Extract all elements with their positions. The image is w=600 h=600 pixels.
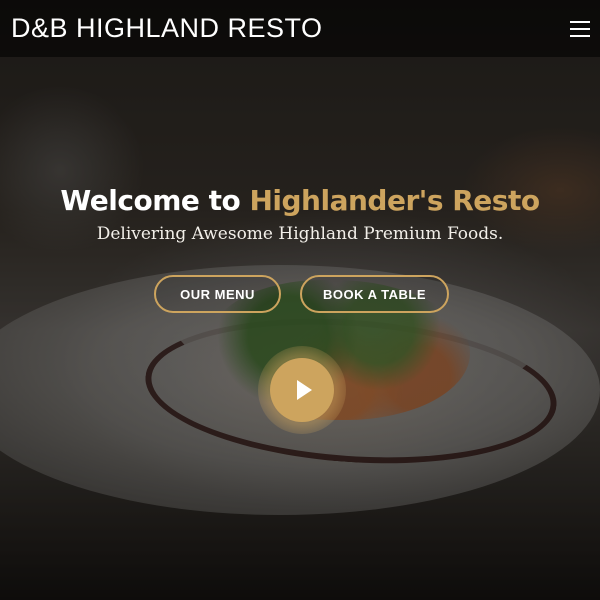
hero-tagline: Delivering Awesome Highland Premium Food…	[96, 224, 504, 244]
menu-bar-line	[570, 34, 590, 37]
hamburger-menu-icon[interactable]	[570, 20, 590, 37]
our-menu-button[interactable]: OUR MENU	[154, 275, 281, 313]
play-video-button[interactable]	[270, 358, 334, 422]
play-icon	[296, 380, 312, 400]
hero-title-prefix: Welcome to	[60, 184, 250, 217]
book-a-table-button[interactable]: BOOK A TABLE	[300, 275, 449, 313]
hero-title-highlight: Highlander's Resto	[249, 184, 540, 217]
menu-bar-line	[570, 27, 590, 30]
menu-bar-line	[570, 20, 590, 23]
hero-title: Welcome to Highlander's Resto	[0, 184, 600, 217]
brand-logo-text[interactable]: D&B HIGHLAND RESTO	[11, 13, 323, 44]
top-navbar: D&B HIGHLAND RESTO	[0, 0, 600, 57]
